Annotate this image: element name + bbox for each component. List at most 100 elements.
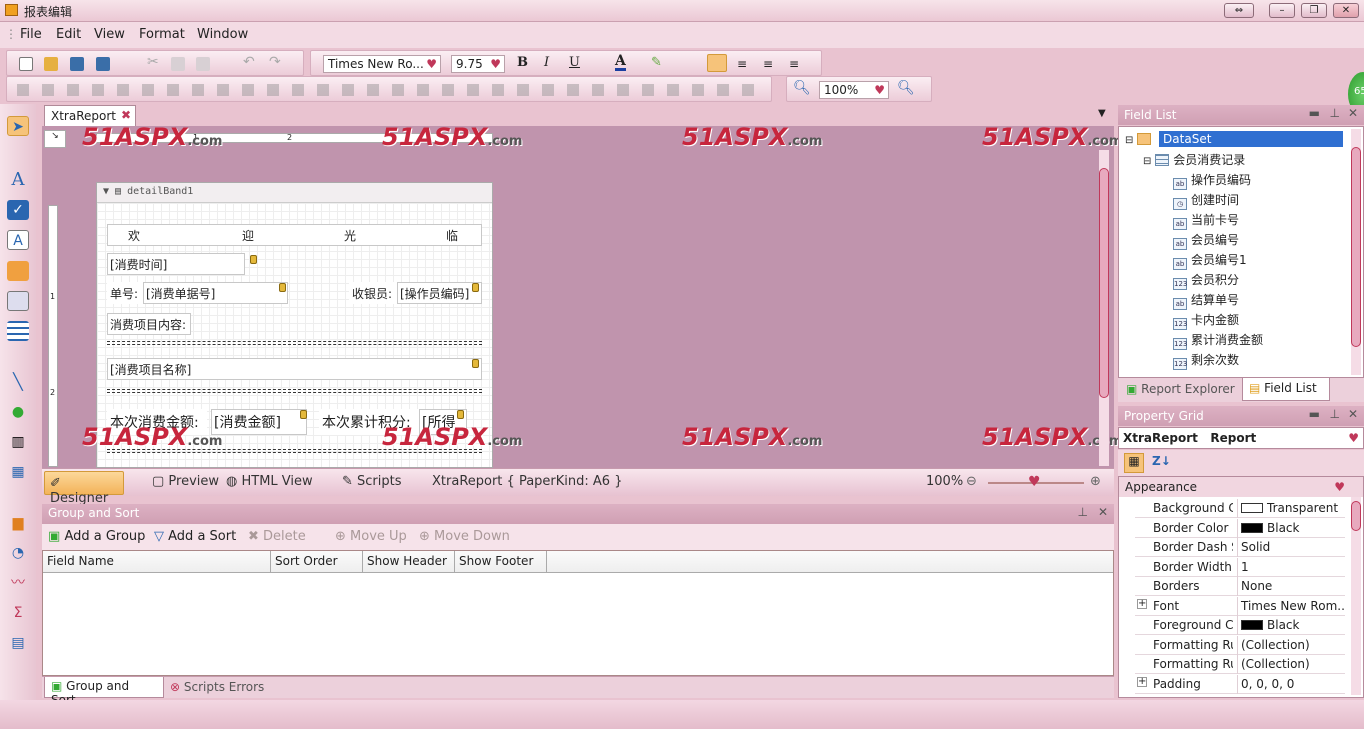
save-icon[interactable] [70,57,84,71]
restore-icon[interactable]: ⇔ [1224,3,1254,18]
zoom-in-icon[interactable]: 🔍︎ [897,80,915,96]
tab-group-sort[interactable]: ▣ Group and Sort [44,677,164,707]
pin-icon[interactable]: ▬ [1309,407,1320,421]
label-icon[interactable]: A [7,170,29,190]
new-icon[interactable] [19,57,33,71]
move-down-button[interactable]: ⊕ Move Down [419,529,510,544]
zoom-in-button[interactable]: ⊕ [1090,474,1101,489]
category-appearance[interactable]: Appearance ♥ [1119,477,1363,497]
tab-field-list[interactable]: ▤ Field List [1242,378,1330,401]
maximize-button[interactable]: ❐ [1301,3,1327,18]
alphabetical-icon[interactable]: Z↓ [1152,454,1171,468]
property-row[interactable]: Formatting Rul (Collection) [1135,635,1345,655]
panel-icon[interactable] [7,291,29,311]
property-row[interactable]: Background Cc Transparent [1135,499,1345,518]
tree-node-field[interactable]: 123 卡内金额 [1173,311,1239,330]
alignment-tools-icon[interactable] [17,84,757,96]
group-sort-table[interactable]: Field Name Sort Order Show Header Show F… [42,550,1114,676]
open-icon[interactable] [44,57,58,71]
chevron-down-icon[interactable]: ♥ [1348,431,1359,445]
chart-icon[interactable]: ▆ [7,513,29,533]
expand-icon[interactable]: + [1137,676,1147,687]
close-panel-icon[interactable]: ✕ [1098,505,1108,519]
pin-icon[interactable]: ⊥ [1330,407,1340,421]
property-row[interactable]: Foreground Cc Black [1135,616,1345,635]
pin-icon[interactable]: ⊥ [1078,505,1088,519]
cashier-field[interactable]: [操作员编码] [397,282,482,304]
property-row[interactable]: Formatting Rul (Collection) [1135,655,1345,674]
tab-scripts-errors[interactable]: ⊗ Scripts Errors [170,680,264,694]
property-value[interactable]: Black [1237,616,1345,635]
object-selector[interactable]: XtraReport Report ♥ [1118,427,1364,449]
scroll-thumb[interactable] [1351,147,1361,347]
property-value[interactable]: 1 [1237,557,1345,577]
property-row[interactable]: Border Width 1 [1135,557,1345,577]
add-group-button[interactable]: ▣ Add a Group [48,529,145,544]
tree-scrollbar[interactable] [1351,129,1361,375]
tab-html-view[interactable]: ◍ HTML View [226,474,313,489]
minimize-button[interactable]: – [1269,3,1295,18]
font-color-button[interactable]: A [615,54,626,71]
undo-icon[interactable]: ↶ [243,54,255,70]
font-name-select[interactable]: Times New Ro... ♥ [323,55,441,73]
property-grid[interactable]: Appearance ♥ Background CcTransparentBor… [1118,476,1364,698]
tree-node-field[interactable]: 123 剩余次数 [1173,351,1239,370]
tree-node-field[interactable]: ab 操作员编码 [1173,171,1251,190]
tab-dropdown-icon[interactable]: ▼ [1098,108,1106,119]
order-label[interactable]: 单号: [107,282,143,304]
checkbox-icon[interactable]: ✓ [7,200,29,220]
tree-node-field[interactable]: 123 累计消费金额 [1173,331,1263,350]
align-right-icon[interactable]: ≡ [763,57,773,71]
tree-node-field[interactable]: 123 会员积分 [1173,271,1239,290]
zoom-out-button[interactable]: ⊖ [966,474,977,489]
col-field-name[interactable]: Field Name [43,551,271,573]
tab-report-explorer[interactable]: ▣ Report Explorer [1126,382,1235,396]
property-row[interactable]: Border Color Black [1135,518,1345,538]
property-row[interactable]: + Font Times New Rom... [1135,596,1345,616]
richtext-icon[interactable]: A [7,230,29,250]
move-up-button[interactable]: ⊕ Move Up [335,529,407,544]
col-show-footer[interactable]: Show Footer [455,551,547,573]
gauge-icon[interactable]: ◔ [7,543,29,563]
tree-node-field[interactable]: ab 会员编号 [1173,231,1239,250]
save-all-icon[interactable] [96,57,110,71]
line-icon[interactable]: ╲ [7,372,29,392]
time-field[interactable]: [消费时间] [107,253,245,275]
tree-node-field[interactable]: ab 结算单号 [1173,291,1239,310]
subreport-icon[interactable]: ▤ [7,633,29,653]
underline-button[interactable]: U [569,55,580,70]
close-panel-icon[interactable]: ✕ [1348,106,1358,120]
menu-file[interactable]: File [20,27,42,42]
col-sort-order[interactable]: Sort Order [271,551,363,573]
cut-icon[interactable]: ✂ [147,54,159,70]
add-sort-button[interactable]: ▽ Add a Sort [154,529,236,544]
zoom-select[interactable]: 100% ♥ [819,81,889,99]
close-button[interactable]: ✕ [1333,3,1359,18]
table-icon[interactable] [7,321,29,341]
property-value[interactable]: Times New Rom... [1237,596,1345,616]
order-field[interactable]: [消费单据号] [143,282,288,304]
property-value[interactable]: (Collection) [1237,655,1345,674]
amount-field[interactable]: [消费金额] [211,409,307,435]
tree-node-dataset[interactable]: ⊟ DataSet [1125,131,1344,147]
tree-node-table[interactable]: ⊟ 会员消费记录 [1143,151,1245,168]
tree-node-field[interactable]: ab 当前卡号 [1173,211,1239,230]
justify-icon[interactable]: ≡ [789,57,799,71]
property-value[interactable]: None [1237,577,1345,596]
align-left-icon[interactable] [707,54,727,72]
pointer-icon[interactable]: ➤ [7,116,29,136]
grid-scrollbar[interactable] [1351,497,1361,695]
zoom-out-icon[interactable]: 🔍︎ [793,80,811,96]
items-label[interactable]: 消费项目内容: [107,313,191,335]
pin-icon[interactable]: ▬ [1309,106,1320,120]
redo-icon[interactable]: ↷ [269,54,281,70]
canvas-scrollbar[interactable] [1099,150,1109,466]
cashier-label[interactable]: 收银员: [349,282,397,304]
expand-icon[interactable]: + [1137,598,1147,609]
property-row[interactable]: Borders None [1135,577,1345,596]
paste-icon[interactable] [196,57,210,71]
zoom-slider-thumb[interactable]: ♥ [1028,474,1041,490]
field-list-tree[interactable]: ⊟ DataSet ⊟ 会员消费记录 ab 操作员编码 ◷ 创建时间 ab 当前卡号 ab 会… [1118,126,1364,378]
close-tab-icon[interactable]: ✖ [121,108,131,122]
property-row[interactable]: Border Dash St Solid [1135,538,1345,557]
